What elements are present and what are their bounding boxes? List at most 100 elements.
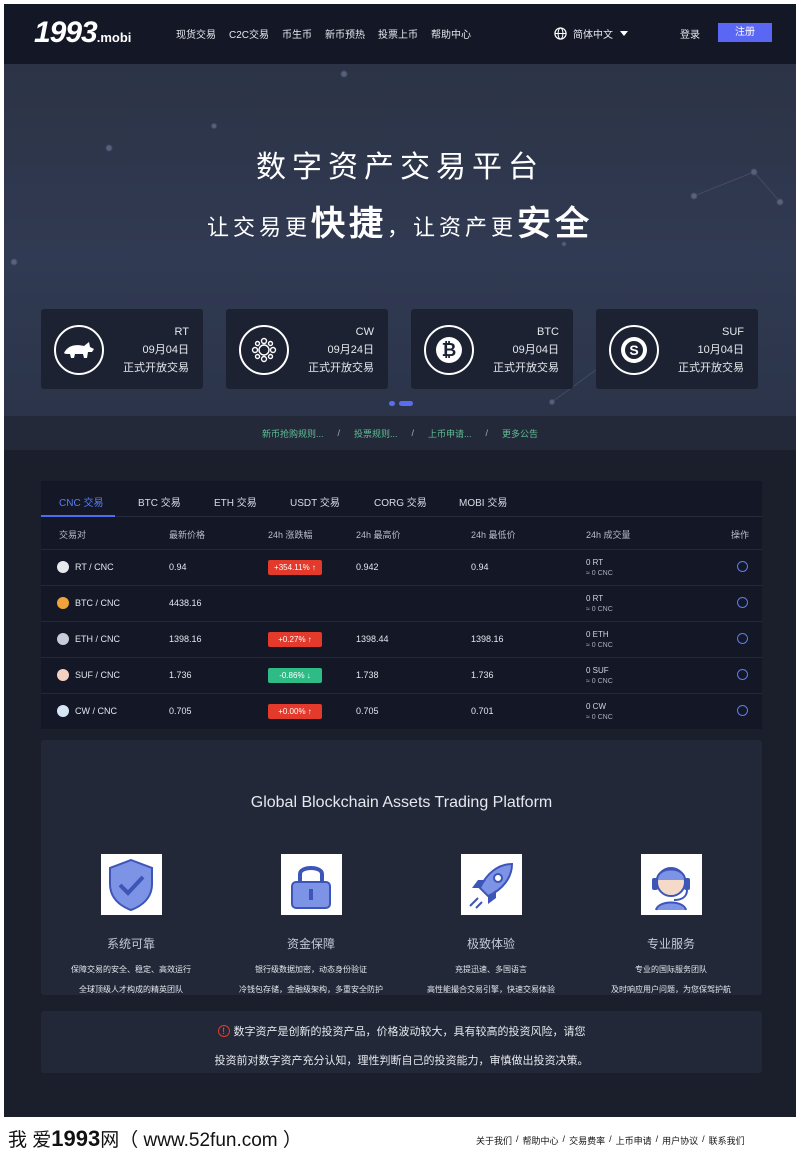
low-cell: 1.736 — [471, 670, 494, 680]
svg-text:S: S — [629, 342, 638, 358]
hero-sub-text-1: 让交易更 — [206, 215, 311, 240]
notice-link[interactable]: 新币抢购规则... — [262, 427, 324, 440]
listing-card-btc[interactable]: ₿ BTC 09月04日 正式开放交易 — [411, 309, 573, 389]
change-badge: -0.86% ↓ — [268, 668, 322, 683]
col-header-high: 24h 最高价 — [356, 530, 401, 540]
listing-card-rt[interactable]: RT 09月04日 正式开放交易 — [41, 309, 203, 389]
change-badge: +354.11% ↑ — [268, 560, 322, 575]
listing-card-cw[interactable]: CW 09月24日 正式开放交易 — [226, 309, 388, 389]
register-button[interactable]: 注册 — [718, 23, 772, 42]
feature-desc: 冷钱包存储，金融级架构，多重安全防护 — [239, 985, 383, 994]
nav-c2c-trading[interactable]: C2C交易 — [229, 26, 269, 41]
high-cell: 0.705 — [356, 706, 379, 716]
tab-cnc[interactable]: CNC 交易 — [59, 494, 103, 509]
notice-link[interactable]: 投票规则... — [354, 427, 398, 440]
site-logo[interactable]: 1993.mobi — [34, 16, 131, 50]
login-link[interactable]: 登录 — [680, 26, 700, 41]
carousel-dot-active[interactable] — [399, 401, 413, 406]
risk-text-1: 数字资产是创新的投资产品，价格波动较大，具有较高的投资风险，请您 — [233, 1026, 586, 1038]
table-row[interactable]: SUF / CNC 1.736 -0.86% ↓ 1.738 1.736 0 S… — [41, 657, 762, 693]
volume-value: 0 ETH — [586, 630, 609, 639]
coin-icon — [57, 705, 69, 717]
tab-corg[interactable]: CORG 交易 — [374, 494, 427, 509]
col-header-volume: 24h 成交量 — [586, 530, 631, 540]
listing-date: 10月04日 — [697, 344, 744, 356]
footer-link-contact[interactable]: 联系我们 — [709, 1134, 745, 1147]
trade-chart-icon[interactable] — [737, 669, 748, 680]
top-header: 1993.mobi 现货交易 C2C交易 币生币 新币预热 投票上币 帮助中心 … — [4, 4, 796, 64]
price-cell: 4438.16 — [169, 598, 202, 608]
nav-help-center[interactable]: 帮助中心 — [431, 26, 471, 41]
high-cell: 0.942 — [356, 562, 379, 572]
pair-cell: BTC / CNC — [57, 597, 120, 609]
nav-coin-earn[interactable]: 币生币 — [282, 26, 312, 41]
high-cell: 1398.44 — [356, 634, 389, 644]
tab-mobi[interactable]: MOBI 交易 — [459, 494, 507, 509]
footer-separator: / — [655, 1134, 659, 1144]
footer-link-help[interactable]: 帮助中心 — [523, 1134, 559, 1147]
trade-chart-icon[interactable] — [737, 597, 748, 608]
pair-name: ETH / CNC — [75, 634, 120, 644]
listing-card-suf[interactable]: S SUF 10月04日 正式开放交易 — [596, 309, 758, 389]
listing-date: 09月24日 — [327, 344, 374, 356]
pair-cell: RT / CNC — [57, 561, 114, 573]
listing-symbol: RT — [174, 326, 189, 338]
notice-link[interactable]: 上币申请... — [428, 427, 472, 440]
trade-chart-icon[interactable] — [737, 633, 748, 644]
notice-separator: / — [337, 428, 340, 438]
tab-usdt[interactable]: USDT 交易 — [290, 494, 340, 509]
footer-link-listing[interactable]: 上币申请 — [616, 1134, 652, 1147]
listing-card-text: CW 09月24日 正式开放交易 — [308, 323, 374, 377]
headset-support-icon — [640, 854, 702, 915]
language-label: 简体中文 — [573, 30, 613, 41]
hero-banner: 数字资产交易平台 让交易更快捷，让资产更安全 RT 09月04日 正式开放交易 — [4, 64, 796, 416]
price-cell: 0.94 — [169, 562, 187, 572]
listing-status: 正式开放交易 — [308, 362, 374, 374]
nav-vote-listing[interactable]: 投票上币 — [378, 26, 418, 41]
trade-chart-icon[interactable] — [737, 561, 748, 572]
feature-desc: 高性能撮合交易引擎，快速交易体验 — [427, 985, 555, 994]
volume-cell: 0 SUF ≈ 0 CNC — [586, 665, 613, 687]
tab-btc[interactable]: BTC 交易 — [138, 494, 181, 509]
trade-chart-icon[interactable] — [737, 705, 748, 716]
warning-icon: ! — [217, 1025, 230, 1037]
volume-cell: 0 CW ≈ 0 CNC — [586, 701, 613, 723]
nav-spot-trading[interactable]: 现货交易 — [176, 26, 216, 41]
market-tabs: CNC 交易 BTC 交易 ETH 交易 USDT 交易 CORG 交易 MOB… — [41, 481, 762, 517]
nav-new-coin-preheat[interactable]: 新币预热 — [325, 26, 365, 41]
table-row[interactable]: BTC / CNC 4438.16 0 RT ≈ 0 CNC — [41, 585, 762, 621]
low-cell: 0.701 — [471, 706, 494, 716]
tab-eth[interactable]: ETH 交易 — [214, 494, 257, 509]
low-cell: 0.94 — [471, 562, 489, 572]
carousel-dot[interactable] — [389, 401, 395, 406]
table-row[interactable]: CW / CNC 0.705 +0.00% ↑ 0.705 0.701 0 CW… — [41, 693, 762, 729]
volume-value: 0 CW — [586, 702, 606, 711]
page-frame: 1993.mobi 现货交易 C2C交易 币生币 新币预热 投票上币 帮助中心 … — [4, 4, 796, 1097]
hero-sub-text-2: ，让资产更 — [387, 215, 518, 240]
svg-text:₿: ₿ — [442, 340, 457, 360]
shield-check-icon — [100, 854, 162, 915]
table-row[interactable]: ETH / CNC 1398.16 +0.27% ↑ 1398.44 1398.… — [41, 621, 762, 657]
risk-warning: ! 数字资产是创新的投资产品，价格波动较大，具有较高的投资风险，请您 投资前对数… — [41, 1011, 762, 1073]
footer-link-fees[interactable]: 交易费率 — [569, 1134, 605, 1147]
notice-more-link[interactable]: 更多公告 — [502, 427, 538, 440]
table-row[interactable]: RT / CNC 0.94 +354.11% ↑ 0.942 0.94 0 RT… — [41, 549, 762, 585]
change-badge: +0.27% ↑ — [268, 632, 322, 647]
volume-cnc: ≈ 0 CNC — [586, 678, 613, 685]
footer-dark-band — [4, 1097, 796, 1117]
padlock-icon — [280, 854, 342, 915]
volume-value: 0 SUF — [586, 666, 609, 675]
volume-cnc: ≈ 0 CNC — [586, 642, 613, 649]
hero-sub-emphasis-2: 安全 — [517, 205, 594, 243]
hero-sub-emphasis-1: 快捷 — [311, 205, 387, 243]
suf-coin-icon: S — [609, 325, 659, 375]
language-selector[interactable]: 简体中文 — [554, 26, 629, 41]
change-badge: +0.00% ↑ — [268, 704, 322, 719]
footer-link-agreement[interactable]: 用户协议 — [662, 1134, 698, 1147]
features-section: Global Blockchain Assets Trading Platfor… — [41, 740, 762, 995]
col-header-price: 最新价格 — [169, 530, 206, 540]
logo-suffix: .mobi — [96, 30, 132, 45]
risk-line-1: ! 数字资产是创新的投资产品，价格波动较大，具有较高的投资风险，请您 — [41, 1023, 762, 1039]
volume-cell: 0 RT ≈ 0 CNC — [586, 557, 613, 579]
footer-link-about[interactable]: 关于我们 — [476, 1134, 512, 1147]
